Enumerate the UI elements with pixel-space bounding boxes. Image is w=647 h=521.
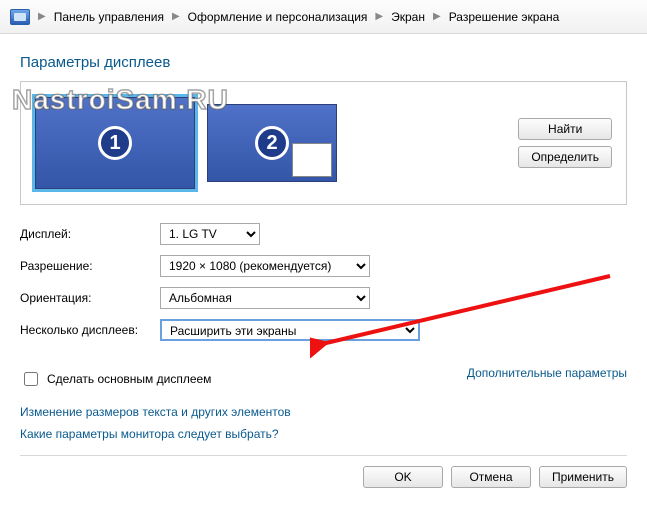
calendar-grid-icon bbox=[292, 143, 332, 177]
breadcrumb-bar: ▶ Панель управления ▶ Оформление и персо… bbox=[0, 0, 647, 34]
chevron-right-icon: ▶ bbox=[38, 11, 46, 22]
make-primary-checkbox[interactable] bbox=[24, 372, 38, 386]
chevron-right-icon: ▶ bbox=[433, 11, 441, 22]
multiple-displays-label: Несколько дисплеев: bbox=[20, 323, 150, 337]
find-button[interactable]: Найти bbox=[518, 118, 612, 140]
monitor-1-badge: 1 bbox=[98, 126, 132, 160]
text-size-link[interactable]: Изменение размеров текста и других элеме… bbox=[20, 405, 291, 419]
control-panel-icon bbox=[10, 9, 30, 25]
make-primary-label: Сделать основным дисплеем bbox=[47, 372, 211, 386]
chevron-right-icon: ▶ bbox=[172, 11, 180, 22]
display-select[interactable]: 1. LG TV bbox=[160, 223, 260, 245]
monitor-layout[interactable]: 1 2 bbox=[35, 97, 337, 189]
monitor-1[interactable]: 1 bbox=[35, 97, 195, 189]
multiple-displays-select[interactable]: Расширить эти экраны bbox=[160, 319, 420, 341]
breadcrumb-item[interactable]: Экран bbox=[391, 10, 425, 24]
monitor-2-badge: 2 bbox=[255, 126, 289, 160]
detect-button[interactable]: Определить bbox=[518, 146, 612, 168]
display-label: Дисплей: bbox=[20, 227, 150, 241]
which-settings-link[interactable]: Какие параметры монитора следует выбрать… bbox=[20, 427, 279, 441]
divider bbox=[20, 455, 627, 456]
orientation-select[interactable]: Альбомная bbox=[160, 287, 370, 309]
cancel-button[interactable]: Отмена bbox=[451, 466, 531, 488]
advanced-settings-link[interactable]: Дополнительные параметры bbox=[467, 366, 627, 380]
orientation-label: Ориентация: bbox=[20, 291, 150, 305]
breadcrumb-item[interactable]: Панель управления bbox=[54, 10, 164, 24]
monitor-2[interactable]: 2 bbox=[207, 104, 337, 182]
dialog-footer: OK Отмена Применить bbox=[0, 466, 647, 500]
page-title: Параметры дисплеев bbox=[20, 54, 627, 71]
breadcrumb-item[interactable]: Оформление и персонализация bbox=[188, 10, 368, 24]
breadcrumb-item[interactable]: Разрешение экрана bbox=[449, 10, 560, 24]
ok-button[interactable]: OK bbox=[363, 466, 443, 488]
resolution-label: Разрешение: bbox=[20, 259, 150, 273]
apply-button[interactable]: Применить bbox=[539, 466, 627, 488]
resolution-select[interactable]: 1920 × 1080 (рекомендуется) bbox=[160, 255, 370, 277]
chevron-right-icon: ▶ bbox=[375, 11, 383, 22]
display-preview-box: 1 2 Найти Определить bbox=[20, 81, 627, 205]
